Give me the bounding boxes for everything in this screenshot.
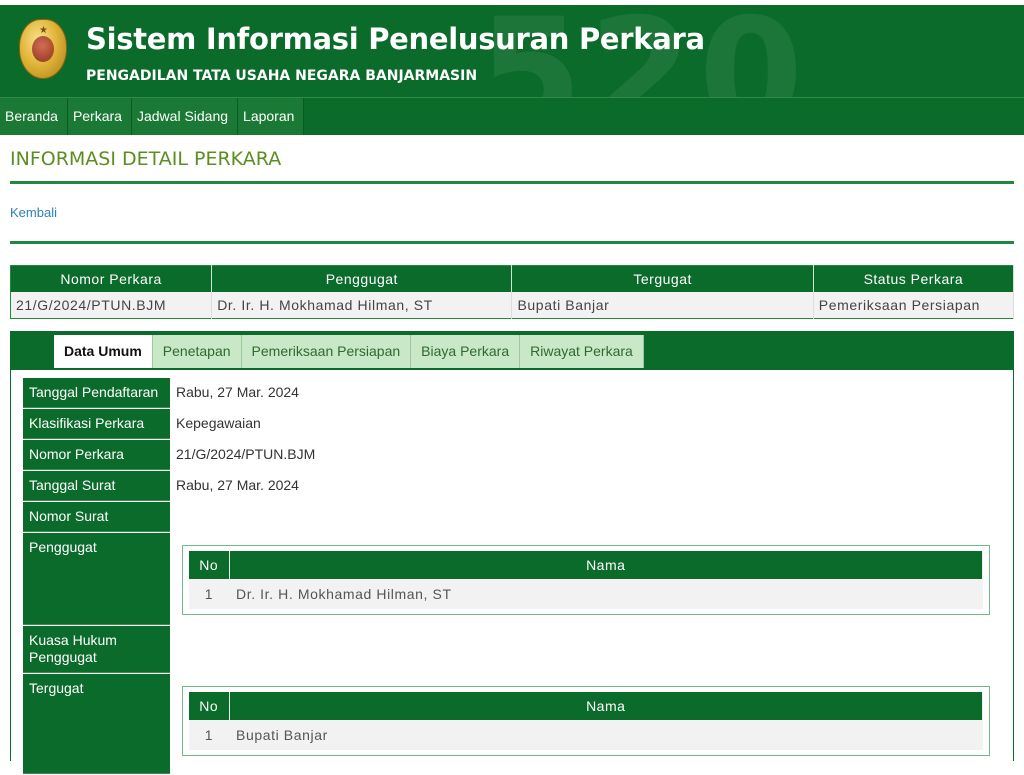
table-row: 1 Dr. Ir. H. Mokhamad Hilman, ST bbox=[189, 579, 983, 609]
detail-label: Tanggal Surat bbox=[23, 471, 170, 501]
tergugat-header-nama: Nama bbox=[229, 692, 983, 720]
site-title: Sistem Informasi Penelusuran Perkara bbox=[86, 22, 705, 56]
detail-value: No Nama 1 Bupati Banjar bbox=[170, 674, 991, 774]
tergugat-header-row: No Nama bbox=[189, 692, 983, 720]
detail-row-kuasa-hukum: Kuasa Hukum Penggugat bbox=[23, 626, 991, 674]
detail-label: Penggugat bbox=[23, 533, 170, 625]
summary-nomor: 21/G/2024/PTUN.BJM bbox=[10, 291, 213, 319]
tab-riwayat-perkara[interactable]: Riwayat Perkara bbox=[520, 335, 644, 368]
detail-label: Klasifikasi Perkara bbox=[23, 409, 170, 439]
tab-content: Tanggal Pendaftaran Rabu, 27 Mar. 2024 K… bbox=[11, 369, 1013, 775]
summary-header-tergugat: Tergugat bbox=[511, 265, 814, 292]
nav-laporan[interactable]: Laporan bbox=[238, 98, 305, 135]
page-title: INFORMASI DETAIL PERKARA bbox=[10, 148, 282, 170]
detail-row-nomor-perkara: Nomor Perkara 21/G/2024/PTUN.BJM bbox=[23, 440, 991, 471]
tergugat-box: No Nama 1 Bupati Banjar bbox=[182, 686, 990, 756]
case-summary-table: Nomor Perkara Penggugat Tergugat Status … bbox=[10, 265, 1015, 319]
tab-penetapan[interactable]: Penetapan bbox=[152, 335, 242, 368]
detail-value: No Nama 1 Dr. Ir. H. Mokhamad Hilman, ST bbox=[170, 533, 991, 625]
detail-table: Tanggal Pendaftaran Rabu, 27 Mar. 2024 K… bbox=[23, 378, 991, 775]
detail-row-nomor-surat: Nomor Surat bbox=[23, 502, 991, 533]
penggugat-nama: Dr. Ir. H. Mokhamad Hilman, ST bbox=[229, 579, 983, 609]
detail-value: 21/G/2024/PTUN.BJM bbox=[176, 446, 316, 462]
main-nav: Beranda Perkara Jadwal Sidang Laporan bbox=[0, 97, 1024, 135]
emblem-shield bbox=[32, 36, 54, 62]
detail-label: Nomor Perkara bbox=[23, 440, 170, 470]
tergugat-nama: Bupati Banjar bbox=[229, 720, 983, 750]
detail-label: Nomor Surat bbox=[23, 502, 170, 532]
penggugat-table: No Nama 1 Dr. Ir. H. Mokhamad Hilman, ST bbox=[189, 551, 983, 609]
nav-perkara[interactable]: Perkara bbox=[67, 98, 132, 135]
nav-beranda[interactable]: Beranda bbox=[0, 98, 68, 135]
emblem-star-icon: ★ bbox=[39, 25, 48, 36]
tab-data-umum[interactable]: Data Umum bbox=[54, 335, 153, 368]
detail-value: Rabu, 27 Mar. 2024 bbox=[176, 384, 299, 400]
site-subtitle: PENGADILAN TATA USAHA NEGARA BANJARMASIN bbox=[86, 68, 478, 84]
detail-value: Rabu, 27 Mar. 2024 bbox=[176, 477, 299, 493]
detail-value bbox=[170, 626, 991, 673]
detail-row-penggugat: Penggugat No Nama 1 Dr. Ir. H. Mokhamad … bbox=[23, 533, 991, 626]
summary-header-nomor: Nomor Perkara bbox=[10, 265, 213, 292]
detail-value bbox=[170, 502, 991, 532]
penggugat-header-row: No Nama bbox=[189, 551, 983, 579]
table-row: 1 Bupati Banjar bbox=[189, 720, 983, 750]
tergugat-no: 1 bbox=[189, 720, 229, 750]
detail-value: Kepegawaian bbox=[176, 415, 261, 431]
court-emblem-icon: ★ bbox=[19, 19, 67, 79]
nav-jadwal-sidang[interactable]: Jadwal Sidang bbox=[131, 98, 239, 135]
summary-tergugat: Bupati Banjar bbox=[511, 291, 814, 319]
detail-panel: Data Umum Penetapan Pemeriksaan Persiapa… bbox=[10, 331, 1014, 775]
detail-row-tanggal-surat: Tanggal Surat Rabu, 27 Mar. 2024 bbox=[23, 471, 991, 502]
tergugat-table: No Nama 1 Bupati Banjar bbox=[189, 692, 983, 750]
detail-tabs: Data Umum Penetapan Pemeriksaan Persiapa… bbox=[54, 335, 644, 368]
tergugat-header-no: No bbox=[189, 692, 230, 720]
detail-label: Tergugat bbox=[23, 674, 170, 774]
tab-biaya-perkara[interactable]: Biaya Perkara bbox=[411, 335, 521, 368]
detail-label: Kuasa Hukum Penggugat bbox=[23, 626, 170, 673]
detail-row-klasifikasi: Klasifikasi Perkara Kepegawaian bbox=[23, 409, 991, 440]
penggugat-no: 1 bbox=[189, 579, 229, 609]
detail-row-tergugat: Tergugat No Nama 1 Bupati Banjar bbox=[23, 674, 991, 775]
tab-pemeriksaan-persiapan[interactable]: Pemeriksaan Persiapan bbox=[241, 335, 412, 368]
detail-label: Tanggal Pendaftaran bbox=[23, 378, 170, 408]
summary-header-status: Status Perkara bbox=[813, 265, 1015, 292]
title-divider bbox=[10, 181, 1014, 184]
summary-header-penggugat: Penggugat bbox=[211, 265, 513, 292]
penggugat-header-no: No bbox=[189, 551, 230, 579]
penggugat-header-nama: Nama bbox=[229, 551, 983, 579]
back-link[interactable]: Kembali bbox=[10, 205, 57, 220]
site-header: 520 ★ Sistem Informasi Penelusuran Perka… bbox=[0, 0, 1024, 97]
summary-status: Pemeriksaan Persiapan bbox=[813, 291, 1015, 319]
penggugat-box: No Nama 1 Dr. Ir. H. Mokhamad Hilman, ST bbox=[182, 545, 990, 615]
back-divider bbox=[10, 241, 1014, 244]
summary-penggugat: Dr. Ir. H. Mokhamad Hilman, ST bbox=[211, 291, 513, 319]
summary-header-row: Nomor Perkara Penggugat Tergugat Status … bbox=[10, 265, 1015, 292]
summary-row: 21/G/2024/PTUN.BJM Dr. Ir. H. Mokhamad H… bbox=[10, 291, 1015, 319]
detail-row-tanggal-pendaftaran: Tanggal Pendaftaran Rabu, 27 Mar. 2024 bbox=[23, 378, 991, 409]
